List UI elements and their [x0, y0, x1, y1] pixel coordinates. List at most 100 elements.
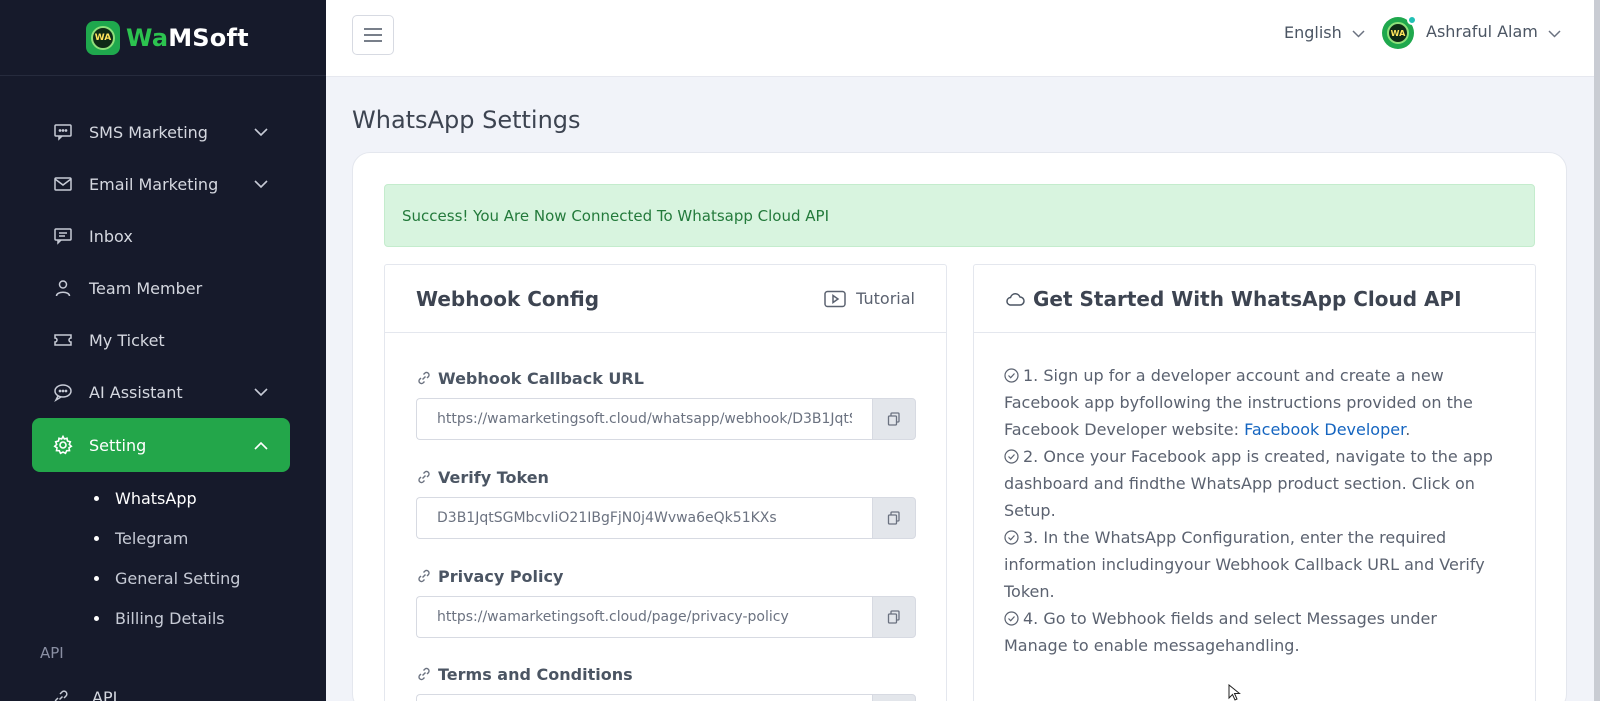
submenu-label: Telegram [115, 528, 189, 548]
tutorial-label: Tutorial [856, 289, 915, 308]
page-title: WhatsApp Settings [352, 106, 581, 134]
field-label: Verify Token [438, 467, 549, 487]
sidebar-item-label: Inbox [89, 226, 133, 246]
sms-icon [52, 121, 74, 143]
menu-toggle-button[interactable] [352, 15, 394, 55]
chevron-down-icon [254, 177, 268, 191]
submenu-item-telegram[interactable]: Telegram [94, 518, 290, 558]
check-circle-icon [1004, 368, 1019, 383]
sidebar-item-api[interactable]: API [52, 688, 117, 701]
facebook-developer-link[interactable]: Facebook Developer [1244, 420, 1405, 439]
sidebar-item-label: Email Marketing [89, 174, 219, 194]
sidebar-section-api: API [40, 644, 64, 662]
brand-name: WaMSoft [126, 23, 249, 52]
language-selector[interactable]: English [1284, 23, 1365, 42]
sidebar-item-inbox[interactable]: Inbox [32, 210, 290, 262]
topbar: English WA Ashraful Alam [326, 0, 1594, 77]
privacy-policy-field: Privacy Policy [416, 566, 916, 638]
sidebar-item-label: My Ticket [89, 330, 165, 350]
step-2: 2. Once your Facebook app is created, na… [1004, 447, 1493, 520]
bullet-dot [94, 535, 99, 541]
check-circle-icon [1004, 530, 1019, 545]
video-play-icon [824, 290, 846, 308]
copy-icon [887, 610, 901, 624]
online-status-dot [1407, 15, 1417, 25]
inbox-icon [52, 225, 74, 247]
panel-title: Webhook Config [416, 286, 600, 311]
link-icon [416, 666, 432, 682]
bullet-dot [94, 615, 99, 621]
sidebar-item-my-ticket[interactable]: My Ticket [32, 314, 290, 366]
scrollbar-thumb[interactable] [1594, 0, 1600, 701]
link-icon [52, 689, 70, 701]
cloud-icon [1005, 291, 1025, 307]
submenu-item-whatsapp[interactable]: WhatsApp [94, 478, 290, 518]
panel-title: Get Started With WhatsApp Cloud API [1033, 286, 1462, 311]
sidebar-item-email-marketing[interactable]: Email Marketing [32, 158, 290, 210]
chevron-down-icon [1352, 23, 1365, 42]
link-icon [416, 469, 432, 485]
sidebar-item-label: Team Member [89, 278, 203, 298]
copy-button[interactable] [872, 596, 916, 638]
sidebar-item-team-member[interactable]: Team Member [32, 262, 290, 314]
page-scrollbar[interactable] [1594, 0, 1600, 701]
webhook-callback-url-input[interactable] [416, 398, 872, 440]
webhook-callback-url-field: Webhook Callback URL [416, 368, 916, 440]
field-label: Webhook Callback URL [438, 368, 644, 388]
sidebar-item-label: API [92, 688, 118, 701]
submenu-label: WhatsApp [115, 488, 197, 508]
brand-logo-icon: WA [86, 20, 120, 55]
link-icon [416, 568, 432, 584]
submenu-label: Billing Details [115, 608, 225, 628]
sidebar-item-label: SMS Marketing [89, 122, 208, 142]
ticket-icon [52, 329, 74, 351]
submenu-label: General Setting [115, 568, 241, 588]
copy-button[interactable] [872, 398, 916, 440]
copy-icon [887, 412, 901, 426]
step-3: 3. In the WhatsApp Configuration, enter … [1004, 528, 1485, 601]
field-label: Terms and Conditions [438, 664, 633, 684]
copy-button[interactable] [872, 694, 916, 701]
setting-submenu: WhatsApp Telegram General Setting Billin… [32, 478, 290, 638]
hamburger-icon [364, 28, 382, 42]
verify-token-input[interactable] [416, 497, 872, 539]
chevron-down-icon [254, 125, 268, 139]
privacy-policy-input[interactable] [416, 596, 872, 638]
submenu-item-general-setting[interactable]: General Setting [94, 558, 290, 598]
sidebar-item-sms-marketing[interactable]: SMS Marketing [32, 106, 290, 158]
bullet-dot [94, 575, 99, 581]
check-circle-icon [1004, 449, 1019, 464]
ai-chat-icon [52, 381, 74, 403]
user-name: Ashraful Alam [1426, 21, 1538, 41]
get-started-header: Get Started With WhatsApp Cloud API [974, 265, 1535, 333]
sidebar-menu: SMS Marketing Email Marketing Inbox Team… [32, 106, 290, 638]
submenu-item-billing-details[interactable]: Billing Details [94, 598, 290, 638]
setup-steps: 1. Sign up for a developer account and c… [1004, 362, 1504, 659]
sidebar: WA WaMSoft SMS Marketing Email Marketing… [0, 0, 326, 701]
mouse-cursor-icon [1228, 683, 1241, 701]
copy-button[interactable] [872, 497, 916, 539]
terms-conditions-field: Terms and Conditions [416, 664, 916, 701]
step-1: 1. Sign up for a developer account and c… [1004, 366, 1473, 439]
user-menu[interactable]: WA Ashraful Alam [1382, 15, 1561, 49]
tutorial-link[interactable]: Tutorial [824, 289, 915, 308]
webhook-config-header: Webhook Config Tutorial [385, 265, 946, 333]
sidebar-item-label: Setting [89, 435, 147, 455]
check-circle-icon [1004, 611, 1019, 626]
step-4: 4. Go to Webhook fields and select Messa… [1004, 609, 1437, 655]
chevron-up-icon [254, 438, 268, 452]
field-label: Privacy Policy [438, 566, 564, 586]
mail-icon [52, 173, 74, 195]
sidebar-item-setting[interactable]: Setting [32, 418, 290, 472]
terms-conditions-input[interactable] [416, 694, 872, 701]
chevron-down-icon [1548, 23, 1561, 42]
avatar: WA [1382, 15, 1417, 49]
bullet-dot [94, 495, 99, 501]
copy-icon [887, 511, 901, 525]
user-icon [52, 277, 74, 299]
sidebar-item-label: AI Assistant [89, 382, 183, 402]
gear-icon [52, 434, 74, 456]
sidebar-item-ai-assistant[interactable]: AI Assistant [32, 366, 290, 418]
chevron-down-icon [254, 385, 268, 399]
brand[interactable]: WA WaMSoft [0, 0, 326, 76]
